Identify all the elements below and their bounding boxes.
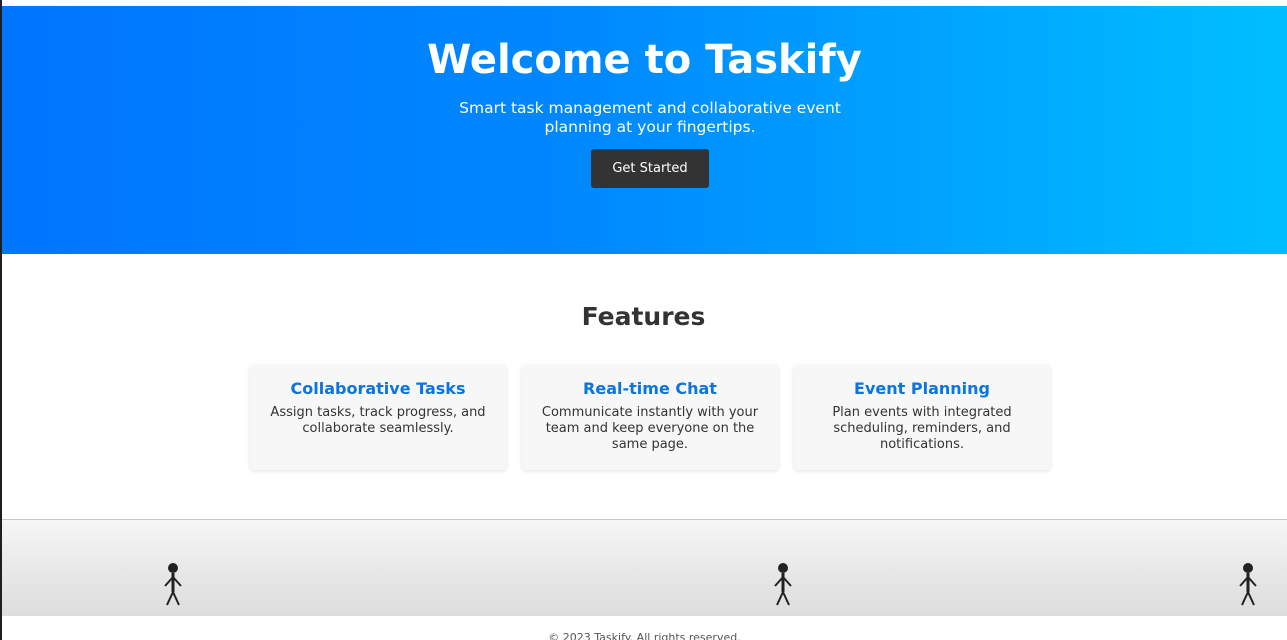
walking-person-icon <box>774 563 792 606</box>
feature-card-description: Plan events with integrated scheduling, … <box>832 405 1012 452</box>
feature-card-description: Communicate instantly with your team and… <box>541 405 759 452</box>
walking-person-icon <box>1239 563 1257 606</box>
feature-card-description: Assign tasks, track progress, and collab… <box>270 405 486 436</box>
get-started-button[interactable]: Get Started <box>591 149 709 188</box>
walking-person-icon <box>164 563 182 606</box>
page: Welcome to Taskify Smart task management… <box>0 0 1287 640</box>
feature-card-event-planning: Event Planning Plan events with integrat… <box>794 365 1050 470</box>
hero-banner: Welcome to Taskify Smart task management… <box>2 6 1287 254</box>
animated-ground-strip <box>2 519 1287 617</box>
feature-card-title: Collaborative Tasks <box>290 379 466 398</box>
hero-subtitle: Smart task management and collaborative … <box>459 99 841 136</box>
feature-card-collaborative-tasks: Collaborative Tasks Assign tasks, track … <box>250 365 506 470</box>
features-heading: Features <box>581 302 706 331</box>
feature-card-title: Real-time Chat <box>583 379 717 398</box>
hero-title: Welcome to Taskify <box>427 37 862 83</box>
copyright-text: © 2023 Taskify. All rights reserved. <box>548 631 741 640</box>
feature-card-title: Event Planning <box>854 379 990 398</box>
footer: © 2023 Taskify. All rights reserved. <box>2 616 1287 640</box>
feature-card-real-time-chat: Real-time Chat Communicate instantly wit… <box>522 365 778 470</box>
